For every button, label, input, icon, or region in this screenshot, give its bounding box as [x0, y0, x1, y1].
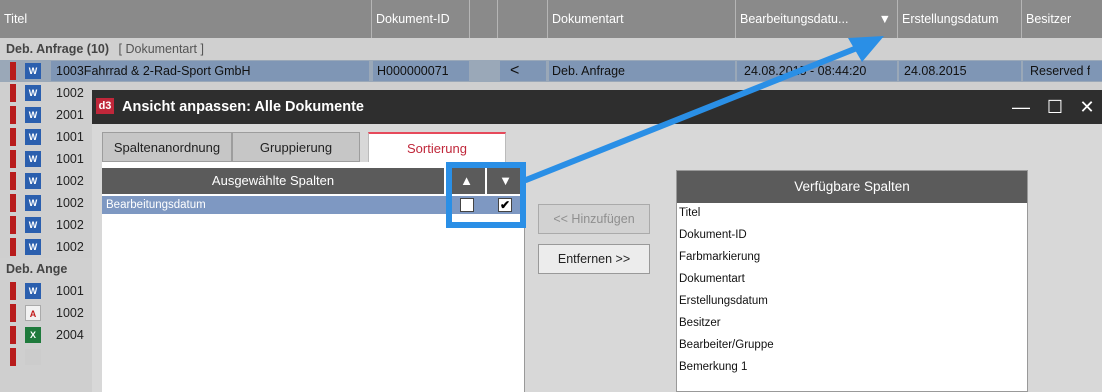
annotation-arrow — [523, 36, 884, 183]
